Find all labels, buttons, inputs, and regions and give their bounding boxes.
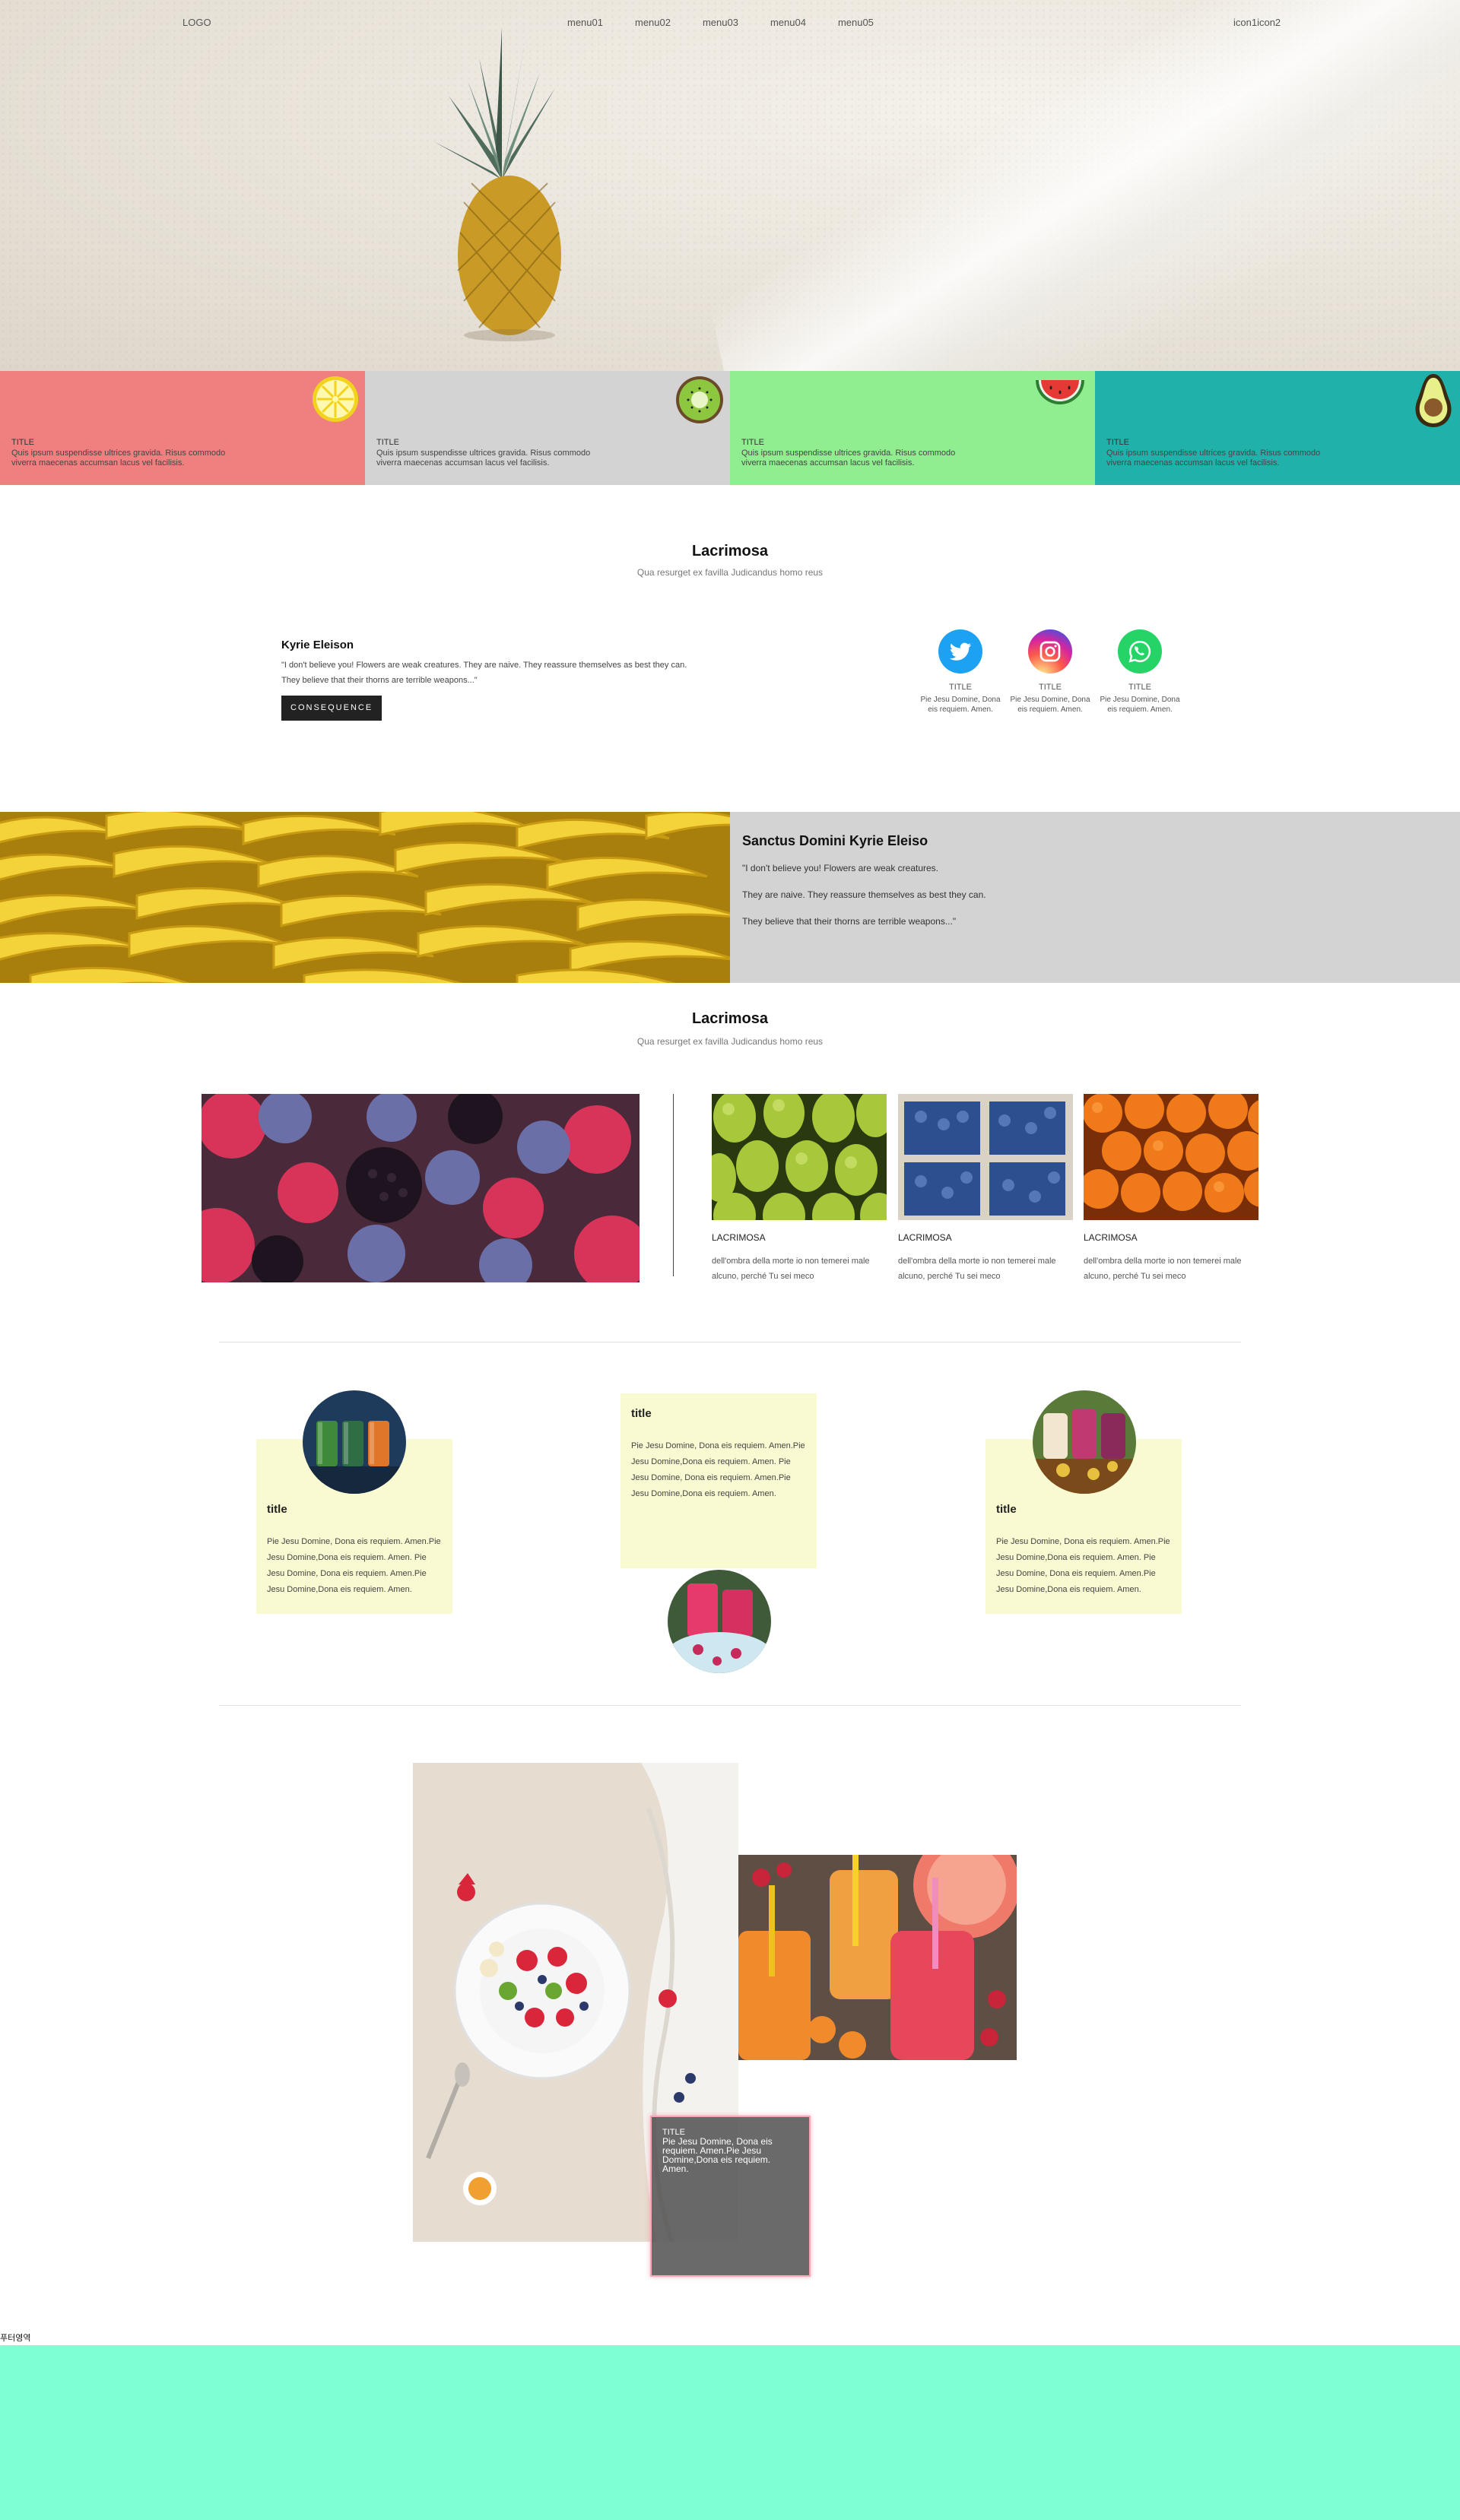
- watermelon-icon: [1036, 380, 1084, 404]
- menu-item-05[interactable]: menu05: [838, 17, 874, 28]
- band-text: Sanctus Domini Kyrie Eleiso "I don't bel…: [730, 812, 1460, 983]
- section-subtitle: Qua resurget ex favilla Judicandus homo …: [636, 1036, 824, 1047]
- hero-banner: LOGO menu01 menu02 menu03 menu04 menu05 …: [0, 0, 1460, 371]
- consequence-button[interactable]: CONSEQUENCE: [281, 696, 382, 721]
- juice-card-title: title: [631, 1407, 652, 1420]
- card-desc: Quis ipsum suspendisse ultrices gravida.…: [1106, 449, 1321, 468]
- social-whatsapp: TITLE Pie Jesu Domine, Dona eis requiem.…: [1095, 629, 1185, 715]
- card-title: TITLE: [741, 438, 764, 447]
- band-line: They believe that their thorns are terri…: [742, 916, 957, 927]
- feature-card-kiwi[interactable]: TITLE Quis ipsum suspendisse ultrices gr…: [365, 371, 730, 485]
- intro-section: Lacrimosa Qua resurget ex favilla Judica…: [0, 485, 1460, 812]
- top-nav: LOGO menu01 menu02 menu03 menu04 menu05 …: [0, 17, 1460, 32]
- juice-card-text: Pie Jesu Domine, Dona eis requiem. Amen.…: [267, 1537, 441, 1594]
- section-title: Lacrimosa: [691, 1010, 769, 1027]
- feature-card-watermelon[interactable]: TITLE Quis ipsum suspendisse ultrices gr…: [730, 371, 1095, 485]
- social-instagram: TITLE Pie Jesu Domine, Dona eis requiem.…: [1005, 629, 1095, 715]
- gallery-item-desc: dell'ombra della morte io non temerei ma…: [712, 1257, 870, 1281]
- band-title: Sanctus Domini Kyrie Eleiso: [742, 833, 928, 848]
- juice-card-title: title: [267, 1503, 287, 1516]
- social-twitter: TITLE Pie Jesu Domine, Dona eis requiem.…: [916, 629, 1005, 715]
- divider-line: [673, 1094, 674, 1276]
- gallery-item-title: LACRIMOSA: [712, 1232, 766, 1243]
- blueberries-image: [898, 1094, 1073, 1220]
- social-links: TITLE Pie Jesu Domine, Dona eis requiem.…: [916, 629, 1185, 715]
- twitter-icon[interactable]: [938, 629, 982, 674]
- section-subtitle: Qua resurget ex favilla Judicandus homo …: [636, 567, 824, 578]
- avocado-icon: [1415, 374, 1452, 427]
- gallery-item-blueberries[interactable]: LACRIMOSA dell'ombra della morte io non …: [898, 1094, 1073, 1284]
- social-label: TITLE: [1039, 683, 1062, 692]
- juice-card-title: title: [996, 1503, 1017, 1516]
- social-desc: Pie Jesu Domine, Dona eis requiem. Amen.: [1100, 696, 1180, 714]
- footer: [0, 2345, 1460, 2520]
- kiwi-icon: [676, 376, 723, 423]
- band-line: They are naive. They reassure themselves…: [742, 889, 986, 900]
- social-label: TITLE: [1128, 683, 1151, 692]
- juice-card: title Pie Jesu Domine, Dona eis requiem.…: [620, 1393, 817, 1568]
- pears-image: [712, 1094, 887, 1220]
- card-title: TITLE: [1106, 438, 1129, 447]
- oranges-image: [1084, 1094, 1258, 1220]
- card-desc: Quis ipsum suspendisse ultrices gravida.…: [11, 449, 226, 468]
- main-menu: menu01 menu02 menu03 menu04 menu05: [567, 17, 874, 28]
- band-line: "I don't believe you! Flowers are weak c…: [742, 863, 939, 873]
- menu-item-04[interactable]: menu04: [770, 17, 806, 28]
- menu-item-01[interactable]: menu01: [567, 17, 603, 28]
- menu-item-02[interactable]: menu02: [635, 17, 671, 28]
- section-title: Lacrimosa: [691, 543, 769, 559]
- gallery-item-title: LACRIMOSA: [898, 1232, 952, 1243]
- feature-cards: TITLE Quis ipsum suspendisse ultrices gr…: [0, 371, 1460, 485]
- overlay-text: Pie Jesu Domine, Dona eis requiem. Amen.…: [662, 2136, 773, 2174]
- card-desc: Quis ipsum suspendisse ultrices gravida.…: [741, 449, 956, 468]
- banana-image: [0, 812, 730, 983]
- card-desc: Quis ipsum suspendisse ultrices gravida.…: [376, 449, 591, 468]
- header-icons[interactable]: icon1icon2: [1233, 17, 1281, 28]
- gallery-item-title: LACRIMOSA: [1084, 1232, 1138, 1243]
- menu-item-03[interactable]: menu03: [703, 17, 738, 28]
- juice-jars-image: [738, 1855, 1017, 2060]
- gallery-item-desc: dell'ombra della morte io non temerei ma…: [1084, 1257, 1242, 1281]
- gallery-item-oranges[interactable]: LACRIMOSA dell'ombra della morte io non …: [1084, 1094, 1258, 1284]
- quote-heading: Kyrie Eleison: [281, 639, 354, 651]
- banana-band: Sanctus Domini Kyrie Eleiso "I don't bel…: [0, 812, 1460, 983]
- juice-section: title Pie Jesu Domine, Dona eis requiem.…: [0, 1340, 1460, 1706]
- quote-text: "I don't believe you! Flowers are weak c…: [281, 661, 687, 685]
- logo[interactable]: LOGO: [182, 17, 211, 28]
- lemon-icon: [313, 376, 358, 422]
- pineapple-image: [433, 27, 570, 341]
- collage-section: TITLE Pie Jesu Domine, Dona eis requiem.…: [0, 1705, 1460, 2333]
- social-desc: Pie Jesu Domine, Dona eis requiem. Amen.: [920, 696, 1001, 714]
- social-desc: Pie Jesu Domine, Dona eis requiem. Amen.: [1010, 696, 1090, 714]
- card-title: TITLE: [11, 438, 34, 447]
- footer-label: 푸터영역: [0, 2334, 31, 2343]
- gallery-item-pears[interactable]: LACRIMOSA dell'ombra della morte io non …: [712, 1094, 887, 1284]
- gallery-section: Lacrimosa Qua resurget ex favilla Judica…: [0, 983, 1460, 1342]
- juice-shots-image: [303, 1390, 406, 1494]
- juice-card-text: Pie Jesu Domine, Dona eis requiem. Amen.…: [631, 1441, 805, 1498]
- card-title: TITLE: [376, 438, 399, 447]
- juice-card-text: Pie Jesu Domine, Dona eis requiem. Amen.…: [996, 1537, 1170, 1594]
- berries-image: [202, 1094, 640, 1282]
- jam-jars-image: [1033, 1390, 1136, 1494]
- gallery-item-desc: dell'ombra della morte io non temerei ma…: [898, 1257, 1056, 1281]
- feature-card-avocado[interactable]: TITLE Quis ipsum suspendisse ultrices gr…: [1095, 371, 1460, 485]
- whatsapp-icon[interactable]: [1118, 629, 1162, 674]
- collage-overlay-card: TITLE Pie Jesu Domine, Dona eis requiem.…: [650, 2116, 811, 2277]
- instagram-icon[interactable]: [1028, 629, 1072, 674]
- smoothie-image: [668, 1570, 771, 1673]
- quote-block: Kyrie Eleison "I don't believe you! Flow…: [281, 639, 707, 721]
- social-label: TITLE: [949, 683, 972, 692]
- feature-card-lemon[interactable]: TITLE Quis ipsum suspendisse ultrices gr…: [0, 371, 365, 485]
